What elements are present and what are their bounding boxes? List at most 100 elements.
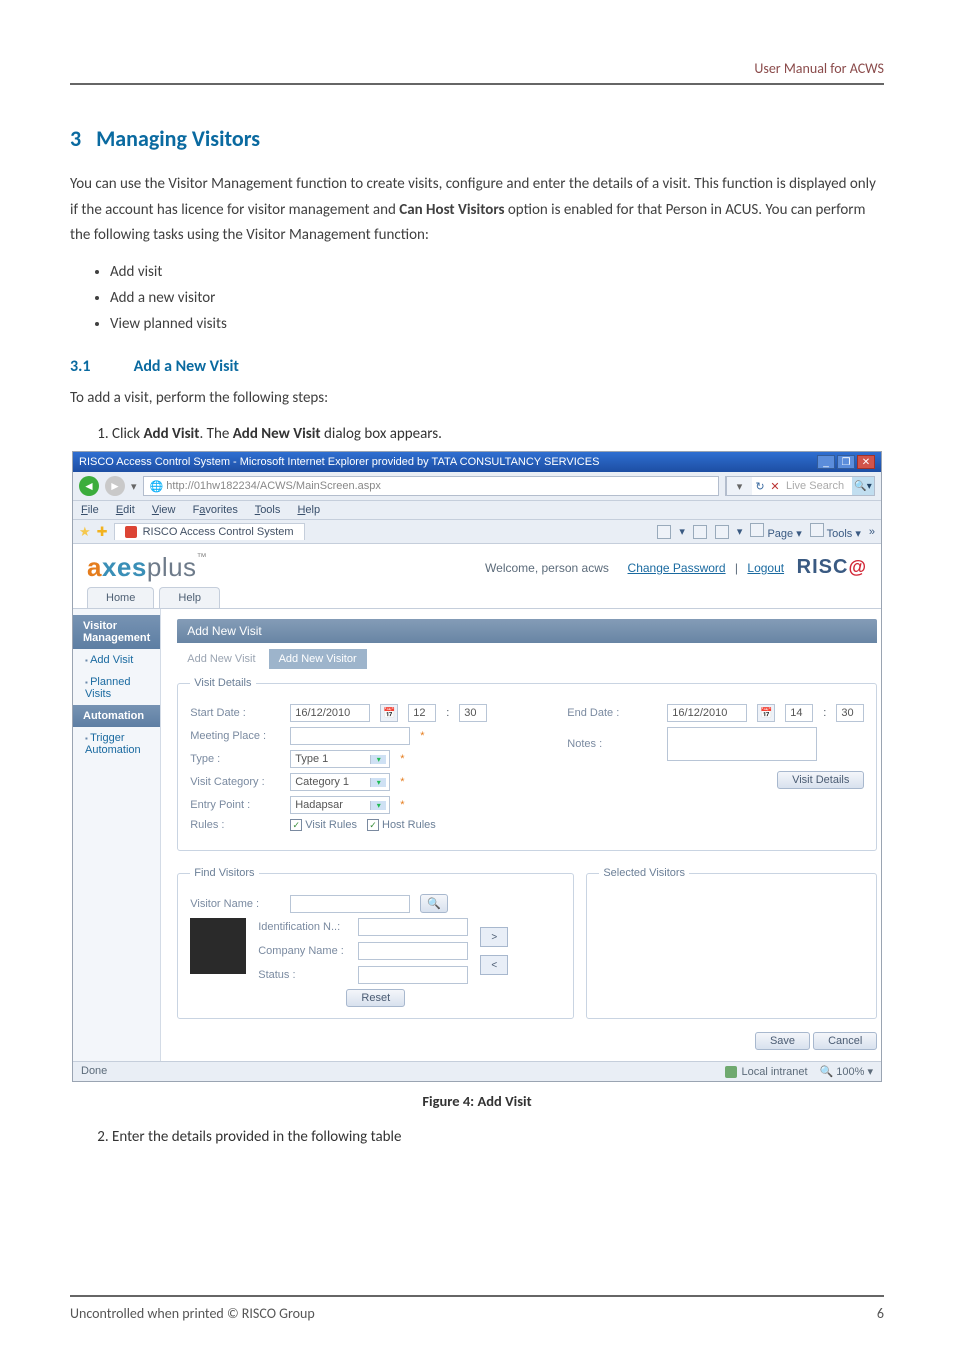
bullet-item: Add a new visitor <box>110 289 884 307</box>
sidebar: Visitor Management Add Visit Planned Vis… <box>73 609 161 1061</box>
search-box[interactable]: ▾ ↻ ✕ Live Search 🔍▾ <box>725 476 875 496</box>
host-rules-checkbox[interactable]: ✓Host Rules <box>367 819 436 831</box>
page-menu[interactable]: Page ▾ <box>750 523 801 540</box>
logout-link[interactable]: Logout <box>747 561 784 575</box>
end-min-input[interactable]: 30 <box>836 704 864 722</box>
menu-file[interactable]: File <box>81 504 99 516</box>
tab-help[interactable]: Help <box>159 587 220 608</box>
find-visitors-fieldset: Find Visitors Visitor Name : 🔍 Identific… <box>177 867 574 1019</box>
refresh-icon[interactable]: ↻ <box>752 480 768 493</box>
calendar-icon[interactable]: 📅 <box>380 704 398 722</box>
ie-nav-bar: ◄ ► ▾ 🌐 http://01hw182234/ACWS/MainScree… <box>73 472 881 501</box>
home-icon[interactable] <box>657 525 671 539</box>
browser-tab[interactable]: RISCO Access Control System <box>114 523 305 540</box>
tools-menu[interactable]: Tools ▾ <box>810 523 861 540</box>
favorites-star-icon[interactable]: ★ <box>79 524 91 540</box>
menu-help[interactable]: Help <box>297 504 320 516</box>
id-input[interactable] <box>358 918 468 936</box>
sidebar-head-automation: Automation <box>73 705 160 727</box>
print-icon[interactable] <box>715 525 729 539</box>
search-placeholder: Live Search <box>782 480 852 492</box>
visitor-name-label: Visitor Name : <box>190 898 280 910</box>
menu-favorites[interactable]: Favorites <box>193 504 238 516</box>
ie-tab-row: ★ ✚ RISCO Access Control System ▾ ▾ Page… <box>73 520 881 544</box>
subsection-heading: 3.1 Add a New Visit <box>70 357 884 376</box>
status-left: Done <box>81 1065 107 1078</box>
nav-dropdown-icon[interactable]: ▾ <box>131 480 137 493</box>
step1-bold1: Add Visit <box>143 425 199 443</box>
sidebar-item-add-visit[interactable]: Add Visit <box>73 649 160 671</box>
address-bar[interactable]: 🌐 http://01hw182234/ACWS/MainScreen.aspx <box>143 476 719 496</box>
close-button[interactable]: ✕ <box>857 455 875 469</box>
category-label: Visit Category : <box>190 776 280 788</box>
menu-edit[interactable]: Edit <box>116 504 135 516</box>
subtab-add-visit[interactable]: Add New Visit <box>177 649 265 669</box>
change-password-link[interactable]: Change Password <box>628 561 726 575</box>
start-date-input[interactable]: 16/12/2010 <box>290 704 370 722</box>
move-left-button[interactable]: < <box>480 955 508 975</box>
footer-left: Uncontrolled when printed © RISCO Group <box>70 1305 315 1322</box>
search-visitor-button[interactable]: 🔍 <box>420 894 448 913</box>
company-label: Company Name : <box>258 945 348 957</box>
menu-tools[interactable]: Tools <box>255 504 281 516</box>
sidebar-head-visitor: Visitor Management <box>73 615 160 649</box>
visitor-name-input[interactable] <box>290 895 410 913</box>
calendar-icon[interactable]: 📅 <box>757 704 775 722</box>
brand-logo: axesplus™ <box>87 552 207 583</box>
visit-details-button[interactable]: Visit Details <box>777 771 864 789</box>
search-provider-dropdown[interactable]: ▾ <box>726 477 752 495</box>
end-hour-input[interactable]: 14 <box>785 704 813 722</box>
bullet-list: Add visit Add a new visitor View planned… <box>110 263 884 333</box>
forward-button[interactable]: ► <box>105 476 125 496</box>
entry-point-label: Entry Point : <box>190 799 280 811</box>
page-icon: 🌐 <box>150 480 167 493</box>
back-button[interactable]: ◄ <box>79 476 99 496</box>
add-favorite-icon[interactable]: ✚ <box>97 524 108 540</box>
step1-prefix: Click <box>112 425 143 443</box>
selected-visitors-legend: Selected Visitors <box>599 867 689 879</box>
move-right-button[interactable]: > <box>480 927 508 947</box>
step1-suffix: dialog box appears. <box>321 425 442 443</box>
reset-button[interactable]: Reset <box>346 989 405 1007</box>
stop-icon[interactable]: ✕ <box>768 480 782 493</box>
screenshot-container: RISCO Access Control System - Microsoft … <box>72 451 882 1082</box>
visit-rules-checkbox[interactable]: ✓Visit Rules <box>290 819 357 831</box>
subtab-add-visitor[interactable]: Add New Visitor <box>269 649 367 669</box>
end-date-input[interactable]: 16/12/2010 <box>667 704 747 722</box>
entry-point-select[interactable]: Hadapsar▾ <box>290 796 390 814</box>
category-select[interactable]: Category 1▾ <box>290 773 390 791</box>
cancel-button[interactable]: Cancel <box>813 1032 877 1050</box>
toolbar-chevron[interactable]: » <box>869 526 875 538</box>
maximize-button[interactable]: ❐ <box>837 455 855 469</box>
intro-paragraph: You can use the Visitor Management funct… <box>70 172 884 249</box>
sidebar-item-planned[interactable]: Planned Visits <box>73 671 160 705</box>
page-footer: Uncontrolled when printed © RISCO Group … <box>70 1295 884 1322</box>
notes-textarea[interactable] <box>667 727 817 761</box>
start-hour-input[interactable]: 12 <box>408 704 436 722</box>
steps-list: Click Add Visit. The Add New Visit dialo… <box>94 425 884 443</box>
ie-command-bar: ▾ ▾ Page ▾ Tools ▾ » <box>657 523 875 540</box>
menu-view[interactable]: View <box>152 504 176 516</box>
tab-title: RISCO Access Control System <box>143 526 294 538</box>
sidebar-item-trigger[interactable]: Trigger Automation <box>73 727 160 761</box>
tab-home[interactable]: Home <box>87 587 154 608</box>
bullet-item: Add visit <box>110 263 884 281</box>
notes-label: Notes : <box>567 738 657 750</box>
search-go-button[interactable]: 🔍▾ <box>852 477 874 495</box>
id-label: Identification N..: <box>258 921 348 933</box>
type-select[interactable]: Type 1▾ <box>290 750 390 768</box>
visit-details-fieldset: Visit Details Start Date : 16/12/2010 📅 … <box>177 677 877 851</box>
start-min-input[interactable]: 30 <box>459 704 487 722</box>
feeds-icon[interactable] <box>693 525 707 539</box>
type-label: Type : <box>190 753 280 765</box>
company-input[interactable] <box>358 942 468 960</box>
app-tabs: Home Help <box>73 587 881 609</box>
status-label: Status : <box>258 969 348 981</box>
save-button[interactable]: Save <box>755 1032 810 1050</box>
status-input[interactable] <box>358 966 468 984</box>
zoom-level[interactable]: 🔍 100% ▾ <box>820 1065 873 1078</box>
address-text: http://01hw182234/ACWS/MainScreen.aspx <box>166 480 381 492</box>
meeting-place-input[interactable] <box>290 727 410 745</box>
visit-details-legend: Visit Details <box>190 677 255 689</box>
minimize-button[interactable]: _ <box>817 455 835 469</box>
